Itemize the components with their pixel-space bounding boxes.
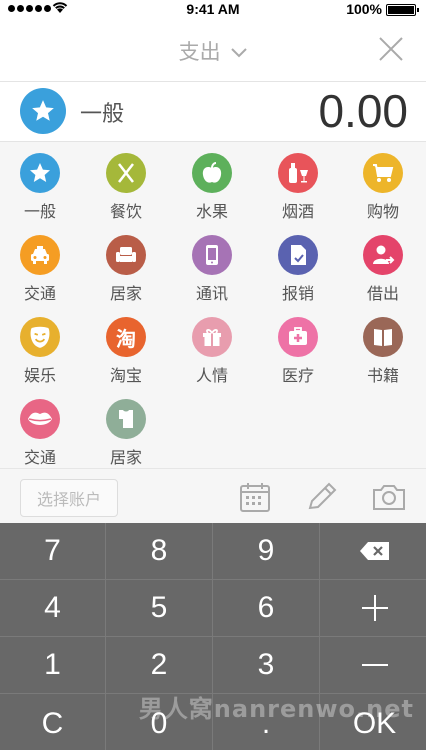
- category-item[interactable]: 烟酒: [258, 143, 338, 223]
- person-out-icon: [363, 235, 403, 275]
- key-2[interactable]: 2: [106, 637, 212, 693]
- nav-bar: 支出: [0, 20, 426, 82]
- chevron-down-icon: [231, 48, 248, 58]
- key-8[interactable]: 8: [106, 523, 212, 579]
- category-label: 淘宝: [109, 366, 142, 385]
- category-label: 水果: [195, 202, 228, 221]
- category-label: 借出: [366, 284, 399, 303]
- taxi-icon: [20, 235, 60, 275]
- key-4[interactable]: 4: [0, 580, 105, 636]
- shirt-icon: [106, 399, 146, 439]
- category-label: 娱乐: [23, 366, 56, 385]
- category-label: 通讯: [195, 284, 228, 303]
- book-icon: [363, 317, 403, 357]
- star-icon: [20, 153, 60, 193]
- sofa-icon: [106, 235, 146, 275]
- category-label: 交通: [23, 448, 56, 467]
- status-bar: 9:41 AM 100%: [0, 0, 426, 20]
- calendar-icon[interactable]: [238, 481, 272, 513]
- fork-knife-icon: [106, 153, 146, 193]
- plus-key[interactable]: [320, 580, 426, 636]
- key-7[interactable]: 7: [0, 523, 105, 579]
- category-item[interactable]: 书籍: [343, 307, 423, 387]
- amount-row: 一般 0.00: [0, 82, 426, 142]
- category-item[interactable]: 购物: [343, 143, 423, 223]
- minus-key[interactable]: [320, 637, 426, 693]
- category-label: 一般: [23, 202, 56, 221]
- battery-icon: [386, 4, 419, 16]
- category-item[interactable]: 居家: [86, 225, 166, 305]
- category-item[interactable]: 餐饮: [86, 143, 166, 223]
- category-item[interactable]: 交通: [0, 389, 80, 469]
- watermark: 男人窝nanrenwo.net: [138, 695, 414, 723]
- category-item[interactable]: 通讯: [172, 225, 252, 305]
- key-9[interactable]: 9: [213, 523, 319, 579]
- category-label: 医疗: [281, 366, 314, 385]
- category-item[interactable]: 交通: [0, 225, 80, 305]
- camera-icon[interactable]: [372, 481, 406, 513]
- pencil-icon[interactable]: [305, 481, 339, 513]
- phone-icon: [192, 235, 232, 275]
- medical-kit-icon: [278, 317, 318, 357]
- selected-category-label: 一般: [80, 102, 125, 127]
- page-title: 支出: [178, 40, 221, 64]
- category-label: 烟酒: [281, 202, 314, 221]
- category-label: 人情: [195, 366, 228, 385]
- category-item[interactable]: 淘 淘宝: [86, 307, 166, 387]
- category-label: 餐饮: [109, 202, 142, 221]
- key-5[interactable]: 5: [106, 580, 212, 636]
- category-label: 居家: [109, 284, 142, 303]
- category-label: 书籍: [366, 366, 399, 385]
- lips-icon: [20, 399, 60, 439]
- category-label: 居家: [109, 448, 142, 467]
- plus-icon: [361, 595, 388, 621]
- backspace-key[interactable]: [320, 523, 426, 579]
- key-3[interactable]: 3: [213, 637, 319, 693]
- smiley-face-icon: [20, 317, 60, 357]
- account-select-button[interactable]: 选择账户: [20, 479, 118, 517]
- category-label: 购物: [366, 202, 399, 221]
- entry-toolbar: 选择账户: [0, 468, 426, 523]
- apple-icon: [192, 153, 232, 193]
- cart-icon: [363, 153, 403, 193]
- category-item[interactable]: 借出: [343, 225, 423, 305]
- key-1[interactable]: 1: [0, 637, 105, 693]
- category-item[interactable]: 医疗: [258, 307, 338, 387]
- category-label: 交通: [23, 284, 56, 303]
- bottle-glass-icon: [278, 153, 318, 193]
- selected-category-star-icon[interactable]: [20, 88, 66, 134]
- amount-display: 0.00: [318, 85, 408, 137]
- category-grid: 一般 餐饮 水果 烟酒 购物 交通 居家 通讯 报销 借出 娱乐 淘 淘宝 人情…: [0, 143, 426, 467]
- clear-key[interactable]: C: [0, 694, 105, 750]
- category-item[interactable]: 居家: [86, 389, 166, 469]
- category-item[interactable]: 报销: [258, 225, 338, 305]
- taobao-icon: 淘: [106, 317, 146, 357]
- close-icon[interactable]: [378, 36, 404, 62]
- category-item[interactable]: 水果: [172, 143, 252, 223]
- key-6[interactable]: 6: [213, 580, 319, 636]
- minus-icon: [361, 664, 388, 666]
- document-check-icon: [278, 235, 318, 275]
- category-label: 报销: [281, 284, 314, 303]
- battery-percent: 100%: [346, 1, 382, 17]
- category-item[interactable]: 一般: [0, 143, 80, 223]
- category-item[interactable]: 人情: [172, 307, 252, 387]
- type-selector[interactable]: 支出: [0, 36, 426, 66]
- gift-icon: [192, 317, 232, 357]
- backspace-icon: [359, 542, 389, 560]
- category-item[interactable]: 娱乐: [0, 307, 80, 387]
